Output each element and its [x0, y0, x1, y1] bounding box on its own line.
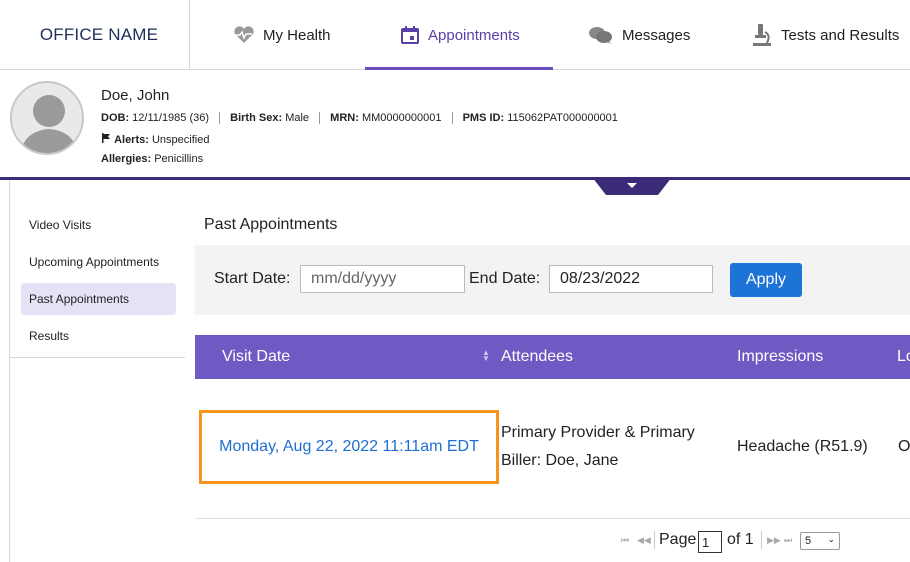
allergies-value: Penicillins: [154, 153, 204, 165]
divider: [451, 112, 453, 125]
previous-page-icon[interactable]: ◀◀: [637, 535, 651, 546]
divider: [219, 112, 221, 125]
tab-appointments[interactable]: Appointments: [365, 0, 553, 70]
column-header-visit-date[interactable]: Visit Date: [222, 348, 290, 366]
pms-value: 115062PAT000000001: [507, 112, 618, 124]
appointments-sidebar: Video Visits Upcoming Appointments Past …: [9, 203, 185, 358]
avatar: [10, 81, 84, 155]
first-page-icon[interactable]: ⏮: [621, 535, 629, 546]
patient-demographics: DOB: 12/11/1985 (36) Birth Sex: Male MRN…: [101, 112, 618, 125]
patient-allergies: Allergies: Penicillins: [101, 153, 203, 165]
page-size-value: 5: [805, 535, 812, 547]
tab-messages[interactable]: Messages: [588, 0, 690, 70]
sidebar-item-video-visits[interactable]: Video Visits: [21, 209, 176, 241]
dob-label: DOB:: [101, 112, 130, 124]
calendar-icon: [400, 25, 420, 45]
tab-label: Appointments: [428, 26, 520, 44]
main-content: Past Appointments Start Date: mm/dd/yyyy…: [195, 203, 910, 562]
attendees-line: Primary Provider & Primary: [501, 424, 695, 441]
column-header-location[interactable]: Lo: [897, 348, 910, 366]
end-date-label: End Date:: [469, 270, 541, 287]
sidebar-item-results[interactable]: Results: [21, 320, 176, 352]
divider: [761, 531, 762, 549]
start-date-label: Start Date:: [214, 270, 291, 287]
heart-pulse-icon: [233, 26, 255, 44]
attendees-line: Biller: Doe, Jane: [501, 452, 619, 469]
mrn-label: MRN:: [330, 112, 359, 124]
sex-label: Birth Sex:: [230, 112, 283, 124]
top-navigation: OFFICE NAME My Health Appointments Messa…: [0, 0, 910, 70]
sidebar-item-past-appointments[interactable]: Past Appointments: [21, 283, 176, 315]
tab-label: My Health: [263, 26, 331, 44]
sidebar-item-upcoming-appointments[interactable]: Upcoming Appointments: [21, 246, 176, 278]
attendees-cell: Primary Provider & Primary Biller: Doe, …: [501, 419, 695, 475]
location-cell: O: [898, 438, 910, 455]
tab-label: Messages: [622, 26, 691, 44]
end-date-input[interactable]: 08/23/2022: [549, 265, 713, 293]
apply-button[interactable]: Apply: [730, 263, 802, 297]
table-row: Monday, Aug 22, 2022 11:11am EDT Primary…: [195, 379, 910, 519]
column-header-attendees[interactable]: Attendees: [501, 348, 573, 366]
page-count: of 1: [727, 531, 754, 548]
page-title: Past Appointments: [204, 216, 338, 233]
allergies-label: Allergies:: [101, 153, 152, 165]
pagination: ⏮ ◀◀ Page 1 of 1 ▶▶ ⏭ 5 ⌄: [195, 519, 910, 562]
impressions-cell: Headache (R51.9): [737, 438, 868, 455]
appointments-table: Visit Date ▲▼ Attendees Impressions Lo M…: [195, 335, 910, 562]
table-header: Visit Date ▲▼ Attendees Impressions Lo: [195, 335, 910, 379]
divider: [319, 112, 321, 125]
microscope-icon: [751, 23, 773, 47]
pms-label: PMS ID:: [462, 112, 505, 124]
flag-icon: [101, 133, 111, 146]
page-number-input[interactable]: 1: [698, 531, 722, 553]
patient-banner: Doe, John DOB: 12/11/1985 (36) Birth Sex…: [0, 70, 910, 180]
mrn-value: MM0000000001: [361, 112, 442, 124]
next-page-icon[interactable]: ▶▶: [767, 535, 781, 546]
tab-label: Tests and Results: [781, 26, 900, 44]
patient-alerts: Alerts: Unspecified: [101, 133, 209, 146]
chat-bubbles-icon: [588, 25, 614, 45]
last-page-icon[interactable]: ⏭: [784, 535, 792, 546]
sort-icon[interactable]: ▲ ▼: [482, 349, 490, 363]
alerts-value: Unspecified: [151, 134, 210, 146]
page-label: Page: [659, 531, 697, 548]
tab-tests-and-results[interactable]: Tests and Results: [751, 0, 899, 70]
patient-name: Doe, John: [101, 87, 170, 104]
office-name[interactable]: OFFICE NAME: [9, 0, 190, 70]
date-filter-bar: Start Date: mm/dd/yyyy End Date: 08/23/2…: [195, 245, 910, 315]
column-header-impressions[interactable]: Impressions: [737, 348, 823, 366]
sex-value: Male: [285, 112, 310, 124]
start-date-input[interactable]: mm/dd/yyyy: [300, 265, 465, 293]
tab-my-health[interactable]: My Health: [233, 0, 331, 70]
divider: [654, 531, 655, 549]
visit-date-link[interactable]: Monday, Aug 22, 2022 11:11am EDT: [199, 410, 499, 484]
chevron-down-icon: ⌄: [827, 534, 835, 544]
alerts-label: Alerts:: [114, 134, 149, 146]
dob-value: 12/11/1985 (36): [132, 112, 210, 124]
page-size-select[interactable]: 5 ⌄: [800, 532, 840, 550]
collapse-banner-toggle[interactable]: [592, 177, 672, 195]
